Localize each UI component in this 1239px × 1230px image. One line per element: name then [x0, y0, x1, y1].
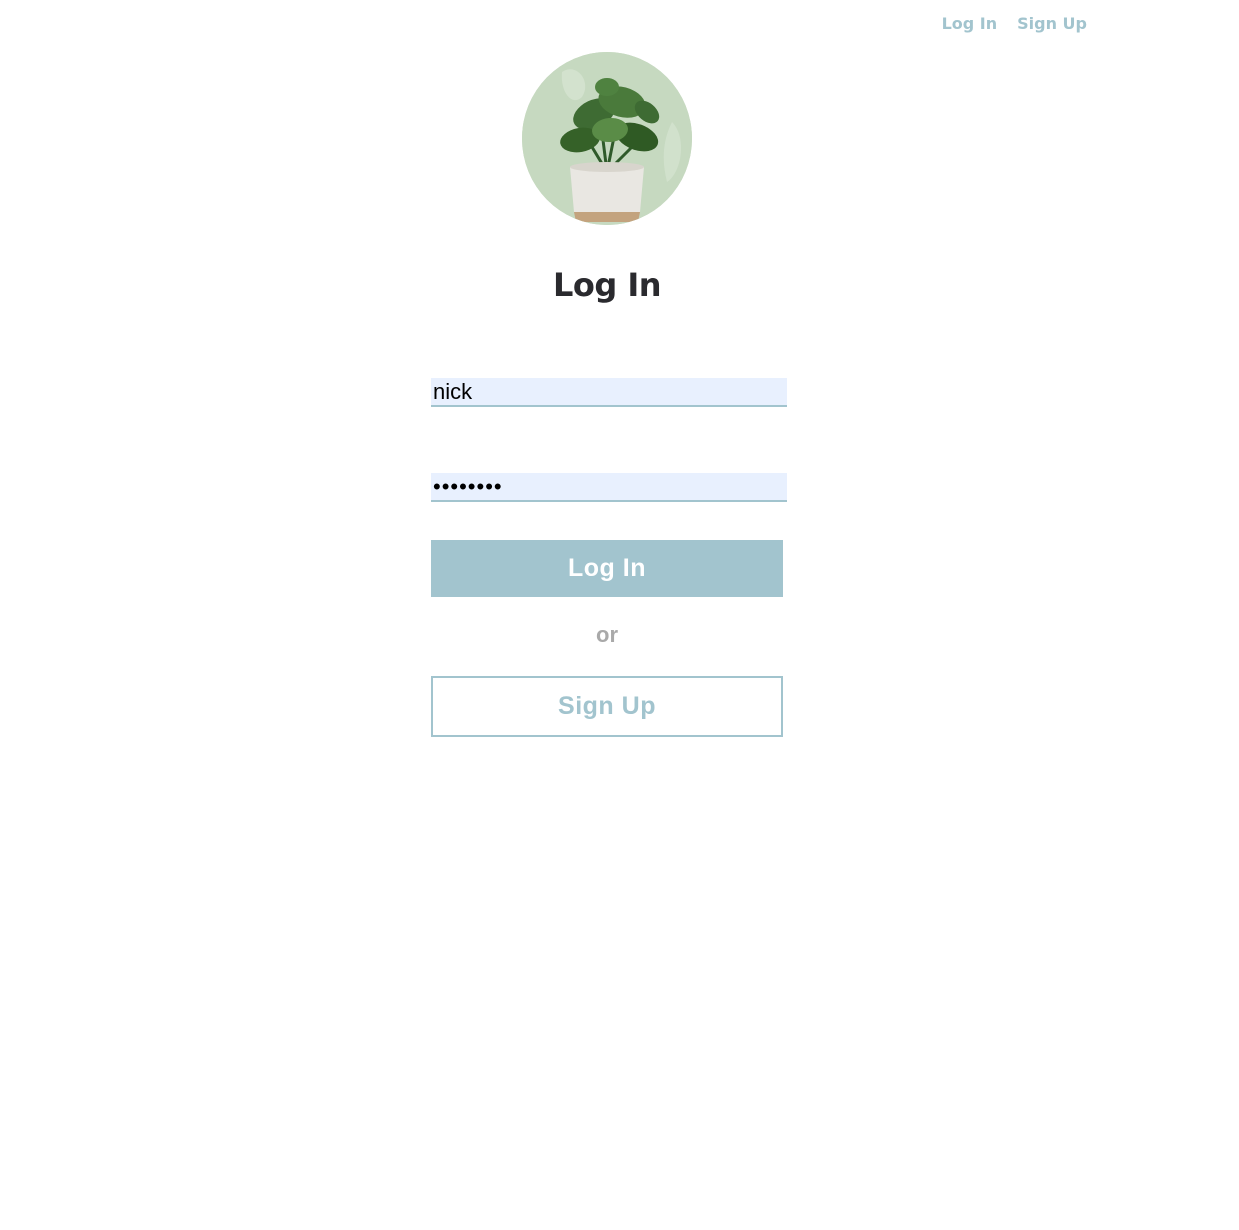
- signup-button[interactable]: Sign Up: [431, 676, 783, 737]
- or-separator: or: [596, 622, 618, 647]
- potted-plant-icon: [522, 52, 692, 225]
- nav-signup-link[interactable]: Sign Up: [1017, 13, 1087, 35]
- page-title: Log In: [552, 266, 662, 304]
- login-button[interactable]: Log In: [431, 540, 783, 597]
- password-input[interactable]: [431, 473, 787, 502]
- username-input[interactable]: [431, 378, 787, 407]
- nav-login-link[interactable]: Log In: [942, 13, 998, 35]
- top-nav: Log In Sign Up: [942, 13, 1087, 35]
